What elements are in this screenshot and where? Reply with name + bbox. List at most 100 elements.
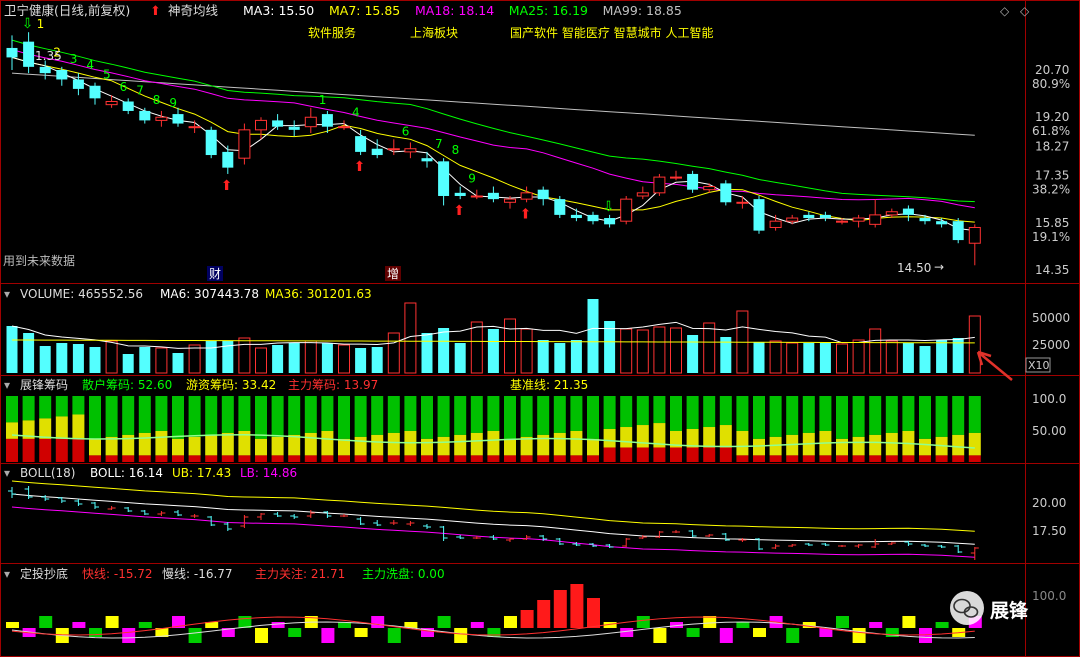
candle-body[interactable]: [470, 195, 483, 198]
concept-shanghai[interactable]: 上海板块: [410, 25, 458, 40]
candle-body[interactable]: [520, 192, 533, 200]
candle-body[interactable]: [371, 148, 383, 156]
candle-body[interactable]: [902, 208, 914, 215]
chip-main-bar: [72, 438, 85, 462]
candle-body[interactable]: [968, 226, 981, 244]
candle-body[interactable]: [885, 211, 898, 216]
concept-list[interactable]: 国产软件 智能医疗 智慧城市 人工智能: [510, 25, 713, 40]
candle-body[interactable]: [703, 186, 716, 191]
chip-hot-bar: [421, 438, 433, 456]
chip-retail-bar: [371, 396, 384, 435]
chip-retail-bar: [620, 396, 633, 428]
candle-body[interactable]: [238, 129, 251, 159]
chip-retail-bar: [504, 396, 516, 439]
candle-body[interactable]: [653, 176, 666, 194]
sequence-label: 8: [153, 93, 161, 107]
chip-retail-bar: [89, 396, 101, 439]
boll-lines: [8, 480, 979, 560]
chip-main-bar: [39, 438, 52, 462]
candle-body[interactable]: [537, 189, 549, 200]
candle-body[interactable]: [272, 120, 284, 127]
candle-body[interactable]: [504, 198, 516, 203]
candle-body[interactable]: [205, 129, 217, 156]
candle-body[interactable]: [720, 183, 732, 203]
candle-body[interactable]: [39, 66, 51, 74]
candle-body[interactable]: [919, 218, 931, 222]
chip-main-bar: [504, 455, 516, 462]
candle-body[interactable]: [753, 199, 765, 231]
candle-body[interactable]: [570, 214, 582, 219]
dingtou-collapse-icon[interactable]: ▾: [4, 567, 10, 581]
candle-body[interactable]: [355, 136, 367, 152]
concept-software[interactable]: 软件服务: [308, 25, 356, 40]
candle-body[interactable]: [786, 217, 799, 222]
candle-body[interactable]: [687, 173, 699, 190]
candle-body[interactable]: [869, 214, 882, 225]
candle-body[interactable]: [321, 114, 333, 127]
candle-body[interactable]: [105, 100, 118, 106]
candle-body[interactable]: [155, 116, 168, 121]
volume-collapse-icon[interactable]: ▾: [4, 287, 10, 301]
chip-retail-bar: [172, 396, 184, 439]
candle-body[interactable]: [6, 47, 18, 58]
chip-main-bar: [105, 455, 118, 462]
candle-body[interactable]: [222, 151, 234, 168]
candle-body[interactable]: [438, 161, 450, 196]
candle-body[interactable]: [587, 214, 599, 222]
diamond-icon[interactable]: ◇: [1000, 4, 1010, 18]
candle-body[interactable]: [139, 110, 151, 121]
marker-cai: 财: [209, 267, 221, 281]
boll-collapse-icon[interactable]: ▾: [4, 466, 10, 480]
chip-main-bar: [321, 455, 334, 462]
candle-body[interactable]: [620, 198, 633, 222]
candle-body[interactable]: [670, 176, 682, 179]
candle-body[interactable]: [936, 221, 948, 225]
dingtou-focus: 主力关注: 21.71: [255, 566, 345, 581]
chips-collapse-icon[interactable]: ▾: [4, 378, 10, 392]
candle-body[interactable]: [404, 148, 417, 153]
candle-body[interactable]: [421, 158, 433, 162]
candle-body[interactable]: [554, 199, 566, 215]
candle-body[interactable]: [255, 119, 267, 131]
candle-body[interactable]: [172, 114, 184, 124]
dingtou-bar: [437, 616, 451, 628]
future-data-label: 用到未来数据: [3, 253, 75, 268]
candle-body[interactable]: [56, 70, 68, 80]
dingtou-bar: [122, 628, 136, 643]
dingtou-bar: [255, 628, 268, 643]
candle-body[interactable]: [387, 148, 400, 151]
candle-body[interactable]: [23, 41, 35, 67]
chip-main-bar: [354, 455, 367, 462]
candle-body[interactable]: [836, 220, 848, 223]
chip-hot-bar: [39, 418, 52, 439]
candle-body[interactable]: [769, 220, 782, 228]
candle-body[interactable]: [487, 192, 499, 200]
candle-body[interactable]: [952, 221, 964, 241]
indicator-name[interactable]: 神奇均线: [168, 3, 219, 18]
volume-bar: [272, 345, 284, 373]
candle-body[interactable]: [122, 101, 134, 111]
volume-bar: [487, 329, 499, 373]
candle-body[interactable]: [803, 214, 815, 219]
chip-hot-bar: [72, 414, 85, 439]
chip-retail-bar: [636, 396, 649, 426]
candle-body[interactable]: [454, 192, 466, 196]
candle-body[interactable]: [338, 126, 350, 129]
candle-body[interactable]: [89, 85, 101, 99]
candle-body[interactable]: [188, 126, 201, 129]
candle-body[interactable]: [736, 201, 749, 204]
candle-body[interactable]: [852, 217, 865, 222]
candle-body[interactable]: [636, 192, 649, 197]
candle-body[interactable]: [604, 218, 616, 225]
candle-body[interactable]: [288, 126, 300, 130]
chip-hot-bar: [869, 434, 882, 456]
sell-arrow-icon: ⇩: [603, 199, 615, 215]
candle-body[interactable]: [72, 79, 84, 89]
diamond-icon-2[interactable]: ◇: [1020, 4, 1030, 18]
stock-chart-window[interactable]: 卫宁健康(日线,前复权) ⬆ 神奇均线 MA3: 15.50 MA7: 15.85…: [0, 0, 1080, 657]
volume-bar: [321, 343, 333, 373]
candle-body[interactable]: [304, 116, 317, 128]
chip-retail-bar: [885, 396, 898, 433]
candle-body[interactable]: [819, 214, 831, 219]
volume-bar: [869, 328, 882, 374]
